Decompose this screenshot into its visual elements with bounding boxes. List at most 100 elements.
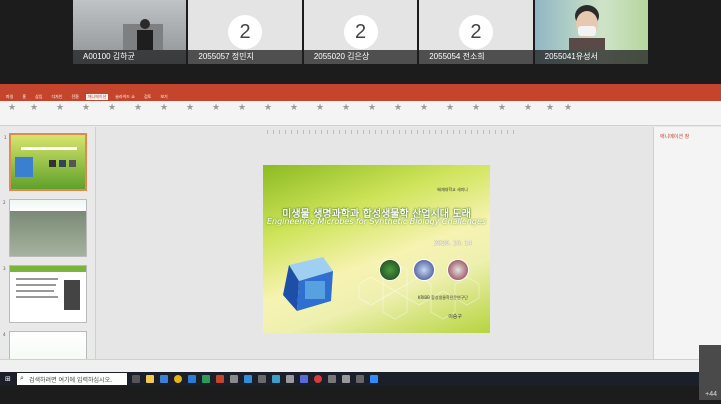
taskbar-search[interactable]: ⌕ 검색하려면 여기에 입력하십시오. xyxy=(17,373,127,385)
animation-effect-icon[interactable]: ★ xyxy=(30,104,38,113)
window-titlebar xyxy=(0,84,721,92)
tab-review[interactable]: 검토 xyxy=(142,94,153,100)
animation-effect-icon[interactable]: ★ xyxy=(316,104,324,113)
tab-slideshow[interactable]: 슬라이드 쇼 xyxy=(113,94,137,100)
advanced-animation-icon[interactable]: ★ xyxy=(564,104,572,113)
search-placeholder: 검색하려면 여기에 입력하십시오. xyxy=(29,377,113,384)
app-icon[interactable] xyxy=(300,375,308,383)
animation-effect-icon[interactable]: ★ xyxy=(264,104,272,113)
ribbon-tabs: 파일 홈 삽입 디자인 전환 애니메이션 슬라이드 쇼 검토 보기 xyxy=(0,92,721,101)
cell-photo xyxy=(447,259,469,281)
workspace: 1 2 3 4 배재대학교 세미나 미생물 생명과학과 합성생물학 산업시대 도… xyxy=(0,127,721,371)
slide-thumbnail[interactable]: 2 xyxy=(3,199,87,257)
slide-thumbnail[interactable]: 1 xyxy=(4,133,87,191)
powerpoint-icon[interactable] xyxy=(216,375,224,383)
current-slide[interactable]: 배재대학교 세미나 미생물 생명과학과 합성생물학 산업시대 도래 Engine… xyxy=(263,165,490,333)
participant-name: 2055054 전소희 xyxy=(419,50,533,64)
animation-effect-icon[interactable]: ★ xyxy=(368,104,376,113)
animation-effect-icon[interactable]: ★ xyxy=(160,104,168,113)
animation-effect-icon[interactable]: ★ xyxy=(238,104,246,113)
data-cube-image xyxy=(283,257,333,311)
more-participants-count[interactable]: +44 xyxy=(705,391,717,398)
microbe-photo-1 xyxy=(379,259,401,281)
thumbnail-preview xyxy=(10,266,86,310)
app-icon[interactable] xyxy=(356,375,364,383)
app-icon[interactable] xyxy=(328,375,336,383)
tab-transitions[interactable]: 전환 xyxy=(69,94,80,100)
animation-effect-icon[interactable]: ★ xyxy=(212,104,220,113)
ribbon-toolbar: ★ ★ ★ ★ ★ ★ ★ ★ ★ ★ ★ ★ ★ ★ ★ ★ ★ ★ ★ ★ … xyxy=(0,101,721,126)
edge-icon[interactable] xyxy=(160,375,168,383)
participant-name: A00100 김하균 xyxy=(73,50,187,64)
animation-effect-icon[interactable]: ★ xyxy=(472,104,480,113)
app-icon[interactable] xyxy=(244,375,252,383)
slide-author: 이승구 xyxy=(448,314,462,320)
animation-effect-icon[interactable]: ★ xyxy=(524,104,532,113)
task-view-icon[interactable] xyxy=(132,375,140,383)
word-icon[interactable] xyxy=(188,375,196,383)
zoom-icon[interactable] xyxy=(370,375,378,383)
slide-title-english: Engineering Microbes for Synthetic Biolo… xyxy=(266,217,487,226)
participant-name: 2055041유성서 xyxy=(534,50,649,64)
participant-avatar-number: 2 xyxy=(228,15,263,49)
app-icon[interactable] xyxy=(258,375,266,383)
animation-pane[interactable]: 애니메이션 창 xyxy=(653,127,721,359)
participant-tile[interactable]: 2 2055054 전소희 xyxy=(419,0,533,64)
participant-strip: A00100 김하균 2 2055057 정민지 2 2055020 김은상 2… xyxy=(73,0,649,64)
slide-number: 2 xyxy=(3,200,6,205)
animation-effect-icon[interactable]: ★ xyxy=(56,104,64,113)
animation-effect-icon[interactable]: ★ xyxy=(446,104,454,113)
excel-icon[interactable] xyxy=(202,375,210,383)
animation-effect-icon[interactable]: ★ xyxy=(8,104,16,113)
app-icon[interactable] xyxy=(286,375,294,383)
animation-effect-icon[interactable]: ★ xyxy=(186,104,194,113)
slide-number: 1 xyxy=(4,135,7,140)
participant-tile[interactable]: A00100 김하균 xyxy=(73,0,187,64)
participant-avatar-number: 2 xyxy=(343,15,378,49)
screen: A00100 김하균 2 2055057 정민지 2 2055020 김은상 2… xyxy=(0,0,721,404)
person-video xyxy=(123,19,163,50)
participant-tile[interactable]: 2 2055057 정민지 xyxy=(188,0,302,64)
participant-name: 2055057 정민지 xyxy=(188,50,302,64)
participant-tile[interactable]: 2055041유성서 xyxy=(534,0,649,64)
dna-photo xyxy=(413,259,435,281)
slide-number: 3 xyxy=(3,266,6,271)
person-video xyxy=(568,5,605,50)
participant-tile[interactable]: 2 2055020 김은상 xyxy=(303,0,418,64)
tab-animations[interactable]: 애니메이션 xyxy=(85,93,109,100)
chrome-icon[interactable] xyxy=(174,375,182,383)
animation-effect-icon[interactable]: ★ xyxy=(108,104,116,113)
slide-thumbnail-pane[interactable]: 1 2 3 4 xyxy=(0,127,96,371)
recording-icon[interactable] xyxy=(314,375,322,383)
slide-thumbnail[interactable]: 3 xyxy=(3,265,87,323)
animation-effect-icon[interactable]: ★ xyxy=(134,104,142,113)
animation-effect-icon[interactable]: ★ xyxy=(82,104,90,113)
tab-insert[interactable]: 삽입 xyxy=(33,94,44,100)
windows-taskbar: ⊞ ⌕ 검색하려면 여기에 입력하십시오. xyxy=(0,372,721,386)
animation-effect-icon[interactable]: ★ xyxy=(394,104,402,113)
windows-start-icon[interactable]: ⊞ xyxy=(5,375,13,383)
slide-canvas-area: 배재대학교 세미나 미생물 생명과학과 합성생물학 산업시대 도래 Engine… xyxy=(97,127,652,359)
animation-effect-icon[interactable]: ★ xyxy=(420,104,428,113)
animation-effect-icon[interactable]: ★ xyxy=(290,104,298,113)
thumbnail-preview xyxy=(15,147,77,177)
horizontal-ruler xyxy=(267,130,517,134)
app-icon[interactable] xyxy=(230,375,238,383)
powerpoint-window: 파일 홈 삽입 디자인 전환 애니메이션 슬라이드 쇼 검토 보기 ★ ★ ★ … xyxy=(0,84,721,374)
slide-subtitle: 배재대학교 세미나 xyxy=(437,187,468,192)
tab-home[interactable]: 홈 xyxy=(20,94,28,100)
search-icon: ⌕ xyxy=(20,374,24,382)
tab-design[interactable]: 디자인 xyxy=(49,94,64,100)
slide-date: 2020. 10. 14 xyxy=(433,240,472,247)
animation-effect-icon[interactable]: ★ xyxy=(342,104,350,113)
tab-view[interactable]: 보기 xyxy=(158,94,169,100)
app-icon[interactable] xyxy=(342,375,350,383)
participant-name: 2055020 김은상 xyxy=(303,50,418,64)
tab-file[interactable]: 파일 xyxy=(4,94,15,100)
slide-number: 4 xyxy=(3,332,6,337)
animation-effect-icon[interactable]: ★ xyxy=(498,104,506,113)
add-animation-icon[interactable]: ★ xyxy=(546,104,554,113)
app-icon[interactable] xyxy=(272,375,280,383)
animation-pane-title: 애니메이션 창 xyxy=(660,134,690,140)
file-explorer-icon[interactable] xyxy=(146,375,154,383)
